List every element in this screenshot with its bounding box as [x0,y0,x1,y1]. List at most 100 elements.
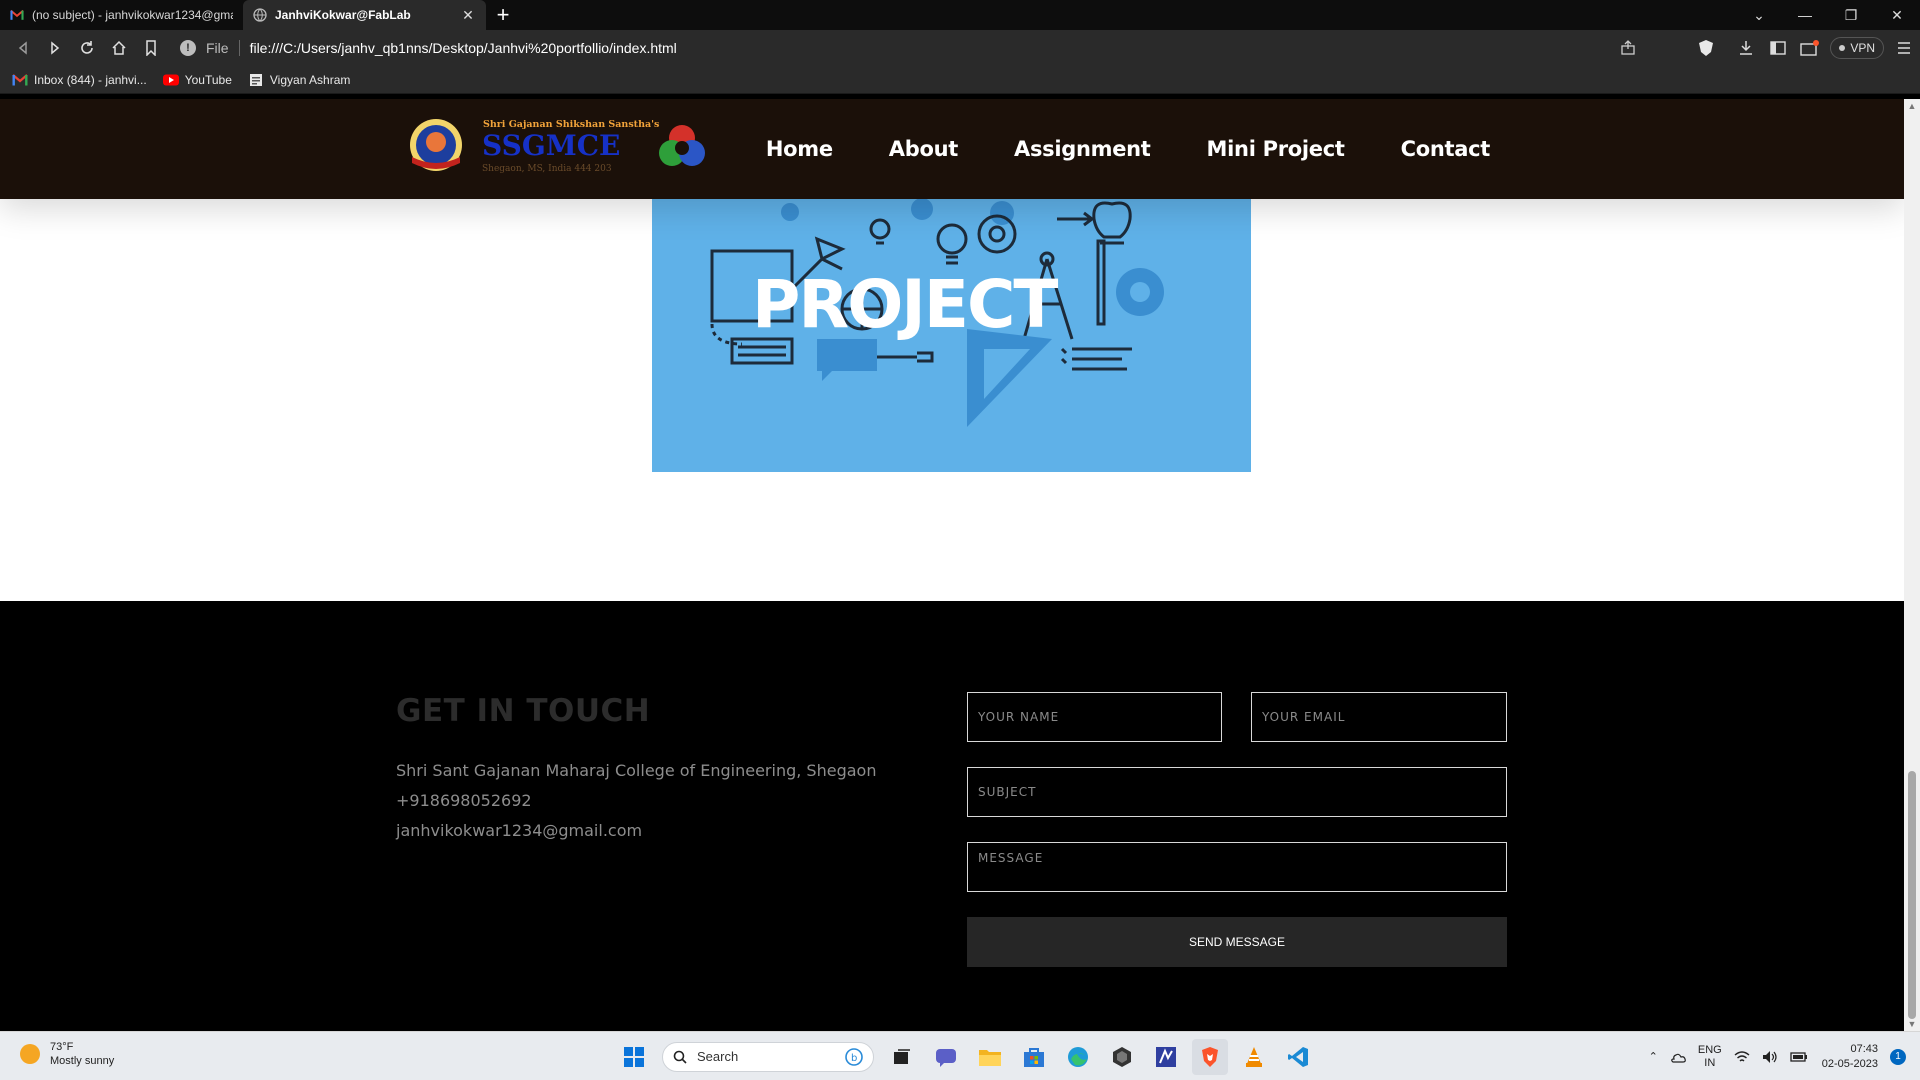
language-bottom: IN [1704,1056,1716,1069]
tab-label: JanhviKokwar@FabLab [275,8,411,22]
gmail-icon [12,73,28,85]
language-top: ENG [1697,1043,1722,1056]
vscode-icon[interactable] [1280,1039,1316,1075]
contact-address: Shri Sant Gajanan Maharaj College of Eng… [396,761,877,780]
battery-icon[interactable] [1790,1051,1808,1063]
send-message-button[interactable]: SEND MESSAGE [967,917,1507,967]
scroll-down-icon[interactable]: ▼ [1904,1017,1920,1031]
brave-icon[interactable] [1192,1038,1228,1075]
close-window-icon[interactable]: ✕ [1874,0,1920,30]
edge-icon[interactable] [1060,1039,1096,1075]
volume-icon[interactable] [1762,1050,1778,1064]
tab-label: (no subject) - janhvikokwar1234@gmail.co… [32,8,233,22]
download-icon[interactable] [1730,30,1762,66]
sun-icon [20,1044,40,1064]
page-scrollbar[interactable]: ▲ ▼ [1904,99,1920,1031]
bing-icon: b [845,1047,863,1066]
url-scheme: File [206,40,229,56]
globe-icon [253,8,267,22]
close-tab-icon[interactable]: ✕ [460,7,476,24]
nav-mini-project[interactable]: Mini Project [1207,137,1345,161]
brave-shield-icon[interactable] [1690,30,1722,66]
screen: (no subject) - janhvikokwar1234@gmail.co… [0,0,1920,1080]
language-indicator[interactable]: ENG IN [1698,1044,1722,1070]
search-placeholder: Search [697,1049,739,1064]
wallet-icon[interactable] [1794,30,1826,66]
clock[interactable]: 07:43 02-05-2023 [1822,1042,1878,1072]
project-illustration: PROJECT [652,199,1251,472]
project-word: PROJECT [752,266,1058,343]
contact-section: GET IN TOUCH Shri Sant Gajanan Maharaj C… [0,601,1904,1031]
tab-gmail[interactable]: (no subject) - janhvikokwar1234@gmail.co… [0,0,243,30]
subject-field[interactable]: SUBJECT [967,767,1507,817]
bookmark-label: Inbox (844) - janhvi... [34,72,147,87]
nav-contact[interactable]: Contact [1401,137,1491,161]
scrollbar-thumb[interactable] [1908,771,1916,1019]
nav-home[interactable]: Home [766,137,833,161]
url-text: file:///C:/Users/janhv_qb1nns/Desktop/Ja… [249,40,677,56]
weather-desc: Mostly sunny [50,1055,115,1067]
vpn-status-dot [1839,45,1846,51]
back-icon[interactable] [8,33,38,63]
message-field[interactable]: MESSAGE [967,842,1507,892]
reload-icon[interactable] [72,33,102,63]
main-nav: Home About Assignment Mini Project Conta… [710,99,1490,199]
new-tab-button[interactable]: + [488,0,518,30]
bookmark-inbox[interactable]: Inbox (844) - janhvi... [12,73,147,87]
scroll-up-icon[interactable]: ▲ [1904,99,1920,113]
address-bar[interactable]: ! File file:///C:/Users/janhv_qb1nns/Des… [176,33,1646,63]
page-viewport: Shri Gajanan Shikshan Sanstha's SSGMCE S… [0,99,1904,1031]
bookmark-icon[interactable] [136,33,166,63]
bookmark-youtube[interactable]: YouTube [162,72,232,87]
ssgmce-logo[interactable]: Shri Gajanan Shikshan Sanstha's SSGMCE S… [408,115,708,179]
restore-icon[interactable]: ❐ [1828,0,1874,30]
vlc-icon[interactable] [1236,1039,1272,1075]
taskbar-apps: Search b [612,1032,1320,1080]
vpn-button[interactable]: VPN [1830,37,1884,59]
show-hidden-icons-icon[interactable]: ⌃ [1649,1050,1658,1063]
file-explorer-icon[interactable] [972,1039,1008,1075]
page-icon [249,73,262,86]
minimize-icon[interactable]: — [1782,0,1828,30]
nav-about[interactable]: About [889,137,959,161]
home-icon[interactable] [104,33,134,63]
svg-text:Shegaon, MS, India 444 203: Shegaon, MS, India 444 203 [482,164,612,174]
contact-title: GET IN TOUCH [396,693,651,729]
search-icon [673,1050,687,1064]
chat-icon[interactable] [928,1039,964,1075]
sidebar-icon[interactable] [1762,30,1794,66]
onedrive-icon[interactable] [1670,1051,1686,1063]
browser-toolbar: ! File file:///C:/Users/janhv_qb1nns/Des… [0,30,1920,66]
contact-phone: +918698052692 [396,791,532,810]
bookmark-vigyan-ashram[interactable]: Vigyan Ashram [248,72,351,87]
notification-badge[interactable]: 1 [1890,1048,1906,1065]
bookmark-label: YouTube [184,72,232,87]
email-field[interactable]: YOUR EMAIL [1251,692,1507,742]
window-controls: ⌄ — ❐ ✕ [1736,0,1920,30]
name-field[interactable]: YOUR NAME [967,692,1222,742]
vpn-label: VPN [1850,41,1875,55]
share-icon[interactable] [1620,40,1636,56]
svg-text:b: b [851,1053,857,1064]
weather-widget[interactable]: 73°F Mostly sunny [20,1040,114,1068]
system-tray: ⌃ ENG IN 07:43 02-05-2023 1 [1643,1032,1920,1080]
task-view-icon[interactable] [884,1039,920,1075]
unity-icon[interactable] [1104,1039,1140,1075]
forward-icon[interactable] [40,33,70,63]
start-icon[interactable] [616,1039,652,1075]
toolbar-right: VPN [1690,30,1920,66]
bookmarks-bar: Inbox (844) - janhvi... YouTube Vigyan A… [0,66,1920,94]
tab-fablab[interactable]: JanhviKokwar@FabLab ✕ [243,0,486,30]
bookmark-label: Vigyan Ashram [269,72,351,87]
site-header: Shri Gajanan Shikshan Sanstha's SSGMCE S… [0,99,1904,199]
browser-tab-strip: (no subject) - janhvikokwar1234@gmail.co… [0,0,1920,30]
store-icon[interactable] [1016,1039,1052,1075]
info-icon[interactable]: ! [180,40,196,56]
menu-icon[interactable] [1888,30,1920,66]
taskbar-search[interactable]: Search b [662,1041,874,1072]
nav-assignment[interactable]: Assignment [1014,137,1151,161]
powerautomate-icon[interactable] [1148,1039,1184,1075]
gmail-icon [10,9,24,20]
tab-search-icon[interactable]: ⌄ [1736,0,1782,30]
wifi-icon[interactable] [1734,1050,1750,1064]
